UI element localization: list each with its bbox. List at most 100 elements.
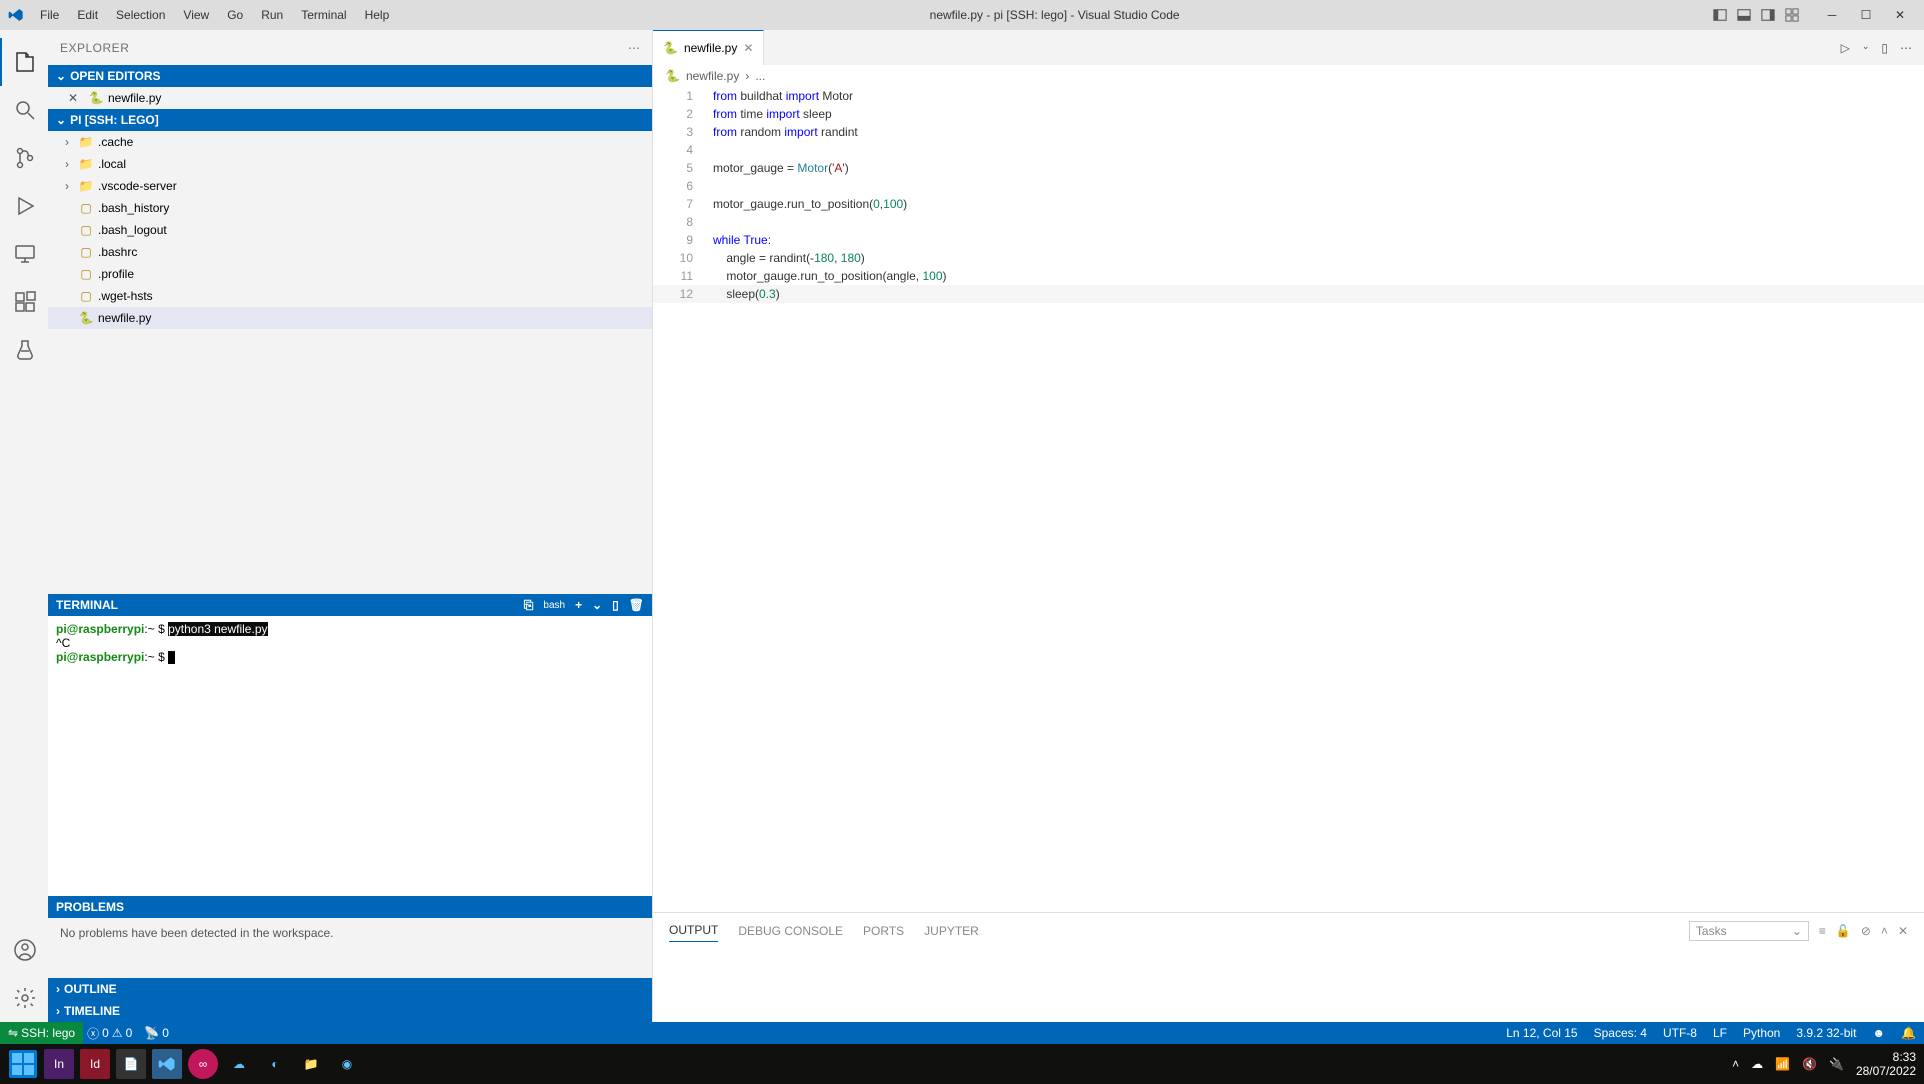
taskbar-app[interactable]: ∞	[188, 1049, 218, 1079]
split-terminal-icon[interactable]: ▯	[612, 598, 619, 612]
minimize-button[interactable]: ─	[1816, 0, 1848, 30]
code-line[interactable]: 12 sleep(0.3)	[653, 285, 1924, 303]
taskbar-app-explorer[interactable]: 📁	[296, 1049, 326, 1079]
file-item[interactable]: ▢.profile	[48, 263, 652, 285]
panel-tab-output[interactable]: OUTPUT	[669, 919, 718, 942]
lock-icon[interactable]: 🔓	[1836, 924, 1851, 938]
breadcrumb[interactable]: 🐍 newfile.py › ...	[653, 65, 1924, 87]
problems-status[interactable]: ⓧ0 ⚠0	[87, 1025, 132, 1042]
cursor-position[interactable]: Ln 12, Col 15	[1506, 1026, 1577, 1040]
language-status[interactable]: Python	[1743, 1026, 1780, 1040]
editor-tab[interactable]: 🐍 newfile.py ✕	[653, 30, 764, 65]
tray-volume-icon[interactable]: 🔇	[1802, 1057, 1817, 1071]
more-actions-icon[interactable]: ⋯	[628, 41, 640, 55]
tray-clock[interactable]: 8:33 28/07/2022	[1856, 1050, 1916, 1079]
toggle-panel-icon[interactable]	[1736, 7, 1752, 23]
list-icon[interactable]: ≡	[1819, 924, 1826, 938]
code-line[interactable]: 11 motor_gauge.run_to_position(angle, 10…	[653, 267, 1924, 285]
menu-selection[interactable]: Selection	[108, 4, 173, 26]
taskbar-app[interactable]: ◐	[260, 1049, 290, 1079]
remote-explorer-activity[interactable]	[0, 230, 48, 278]
file-item[interactable]: ▢.wget-hsts	[48, 285, 652, 307]
menu-file[interactable]: File	[32, 4, 67, 26]
taskbar-app[interactable]: In	[44, 1049, 74, 1079]
folder-header[interactable]: ⌄ PI [SSH: LEGO]	[48, 109, 652, 131]
collapse-panel-icon[interactable]: ˄	[1881, 924, 1888, 938]
code-line[interactable]: 8	[653, 213, 1924, 231]
customize-layout-icon[interactable]	[1784, 7, 1800, 23]
terminal-dropdown-icon[interactable]: ⌄	[592, 598, 602, 612]
menu-view[interactable]: View	[175, 4, 217, 26]
run-dropdown-icon[interactable]: ⌄	[1862, 41, 1870, 55]
file-item[interactable]: ▢.bash_history	[48, 197, 652, 219]
taskbar-app-vscode[interactable]	[152, 1049, 182, 1079]
open-editor-item[interactable]: ✕ 🐍 newfile.py	[48, 87, 652, 109]
taskbar-app[interactable]: 📄	[116, 1049, 146, 1079]
taskbar-app[interactable]: ◉	[332, 1049, 362, 1079]
ports-status[interactable]: 📡0	[144, 1026, 169, 1040]
feedback-icon[interactable]: ☻	[1872, 1026, 1885, 1040]
code-line[interactable]: 4	[653, 141, 1924, 159]
close-panel-icon[interactable]: ✕	[1898, 924, 1908, 938]
folder-item[interactable]: ›📁.local	[48, 153, 652, 175]
new-terminal-icon[interactable]: +	[575, 598, 582, 612]
more-actions-icon[interactable]: ⋯	[1900, 41, 1912, 55]
tray-chevron-icon[interactable]: ˄	[1732, 1057, 1739, 1071]
kill-terminal-icon[interactable]: 🗑	[629, 598, 644, 612]
code-line[interactable]: 2from time import sleep	[653, 105, 1924, 123]
run-icon[interactable]: ▷	[1841, 41, 1850, 55]
maximize-button[interactable]: ☐	[1850, 0, 1882, 30]
panel-tab-jupyter[interactable]: JUPYTER	[924, 920, 979, 942]
code-line[interactable]: 10 angle = randint(-180, 180)	[653, 249, 1924, 267]
folder-item[interactable]: ›📁.cache	[48, 131, 652, 153]
split-editor-icon[interactable]: ▯	[1881, 41, 1888, 55]
notifications-icon[interactable]: 🔔	[1901, 1026, 1916, 1040]
run-debug-activity[interactable]	[0, 182, 48, 230]
toggle-secondary-sidebar-icon[interactable]	[1760, 7, 1776, 23]
clear-output-icon[interactable]: ⊘	[1861, 924, 1871, 938]
taskbar-app[interactable]: Id	[80, 1049, 110, 1079]
code-line[interactable]: 5motor_gauge = Motor('A')	[653, 159, 1924, 177]
file-item[interactable]: ▢.bashrc	[48, 241, 652, 263]
close-tab-icon[interactable]: ✕	[743, 41, 753, 55]
outline-header[interactable]: › OUTLINE	[48, 978, 652, 1000]
accounts-activity[interactable]	[0, 926, 48, 974]
search-activity[interactable]	[0, 86, 48, 134]
panel-tab-ports[interactable]: PORTS	[863, 920, 904, 942]
menu-run[interactable]: Run	[253, 4, 291, 26]
output-filter-select[interactable]: Tasks ⌄	[1689, 921, 1809, 941]
file-item[interactable]: ▢.bash_logout	[48, 219, 652, 241]
source-control-activity[interactable]	[0, 134, 48, 182]
encoding-status[interactable]: UTF-8	[1663, 1026, 1697, 1040]
close-icon[interactable]: ✕	[68, 91, 84, 105]
file-item[interactable]: 🐍newfile.py	[48, 307, 652, 329]
start-button[interactable]	[8, 1049, 38, 1079]
indentation-status[interactable]: Spaces: 4	[1594, 1026, 1647, 1040]
code-line[interactable]: 7motor_gauge.run_to_position(0,100)	[653, 195, 1924, 213]
code-editor[interactable]: 1from buildhat import Motor2from time im…	[653, 87, 1924, 912]
terminal-header[interactable]: TERMINAL ⎘ bash + ⌄ ▯ 🗑	[48, 594, 652, 616]
toggle-primary-sidebar-icon[interactable]	[1712, 7, 1728, 23]
taskbar-app[interactable]: ☁	[224, 1049, 254, 1079]
tray-wifi-icon[interactable]: 📶	[1775, 1057, 1790, 1071]
menu-edit[interactable]: Edit	[69, 4, 106, 26]
menu-terminal[interactable]: Terminal	[293, 4, 354, 26]
code-line[interactable]: 9while True:	[653, 231, 1924, 249]
folder-item[interactable]: ›📁.vscode-server	[48, 175, 652, 197]
remote-indicator[interactable]: ⇋ SSH: lego	[0, 1022, 83, 1044]
code-line[interactable]: 1from buildhat import Motor	[653, 87, 1924, 105]
eol-status[interactable]: LF	[1713, 1026, 1727, 1040]
open-editors-header[interactable]: ⌄ OPEN EDITORS	[48, 65, 652, 87]
timeline-header[interactable]: › TIMELINE	[48, 1000, 652, 1022]
problems-header[interactable]: PROBLEMS	[48, 896, 652, 918]
tray-battery-icon[interactable]: 🔌	[1829, 1057, 1844, 1071]
tray-onedrive-icon[interactable]: ☁	[1751, 1057, 1763, 1071]
explorer-activity[interactable]	[0, 38, 48, 86]
terminal-body[interactable]: pi@raspberrypi:~ $ python3 newfile.py ^C…	[48, 616, 652, 896]
close-button[interactable]: ✕	[1884, 0, 1916, 30]
menu-go[interactable]: Go	[219, 4, 251, 26]
menu-help[interactable]: Help	[357, 4, 398, 26]
testing-activity[interactable]	[0, 326, 48, 374]
panel-tab-debug-console[interactable]: DEBUG CONSOLE	[738, 920, 843, 942]
settings-activity[interactable]	[0, 974, 48, 1022]
